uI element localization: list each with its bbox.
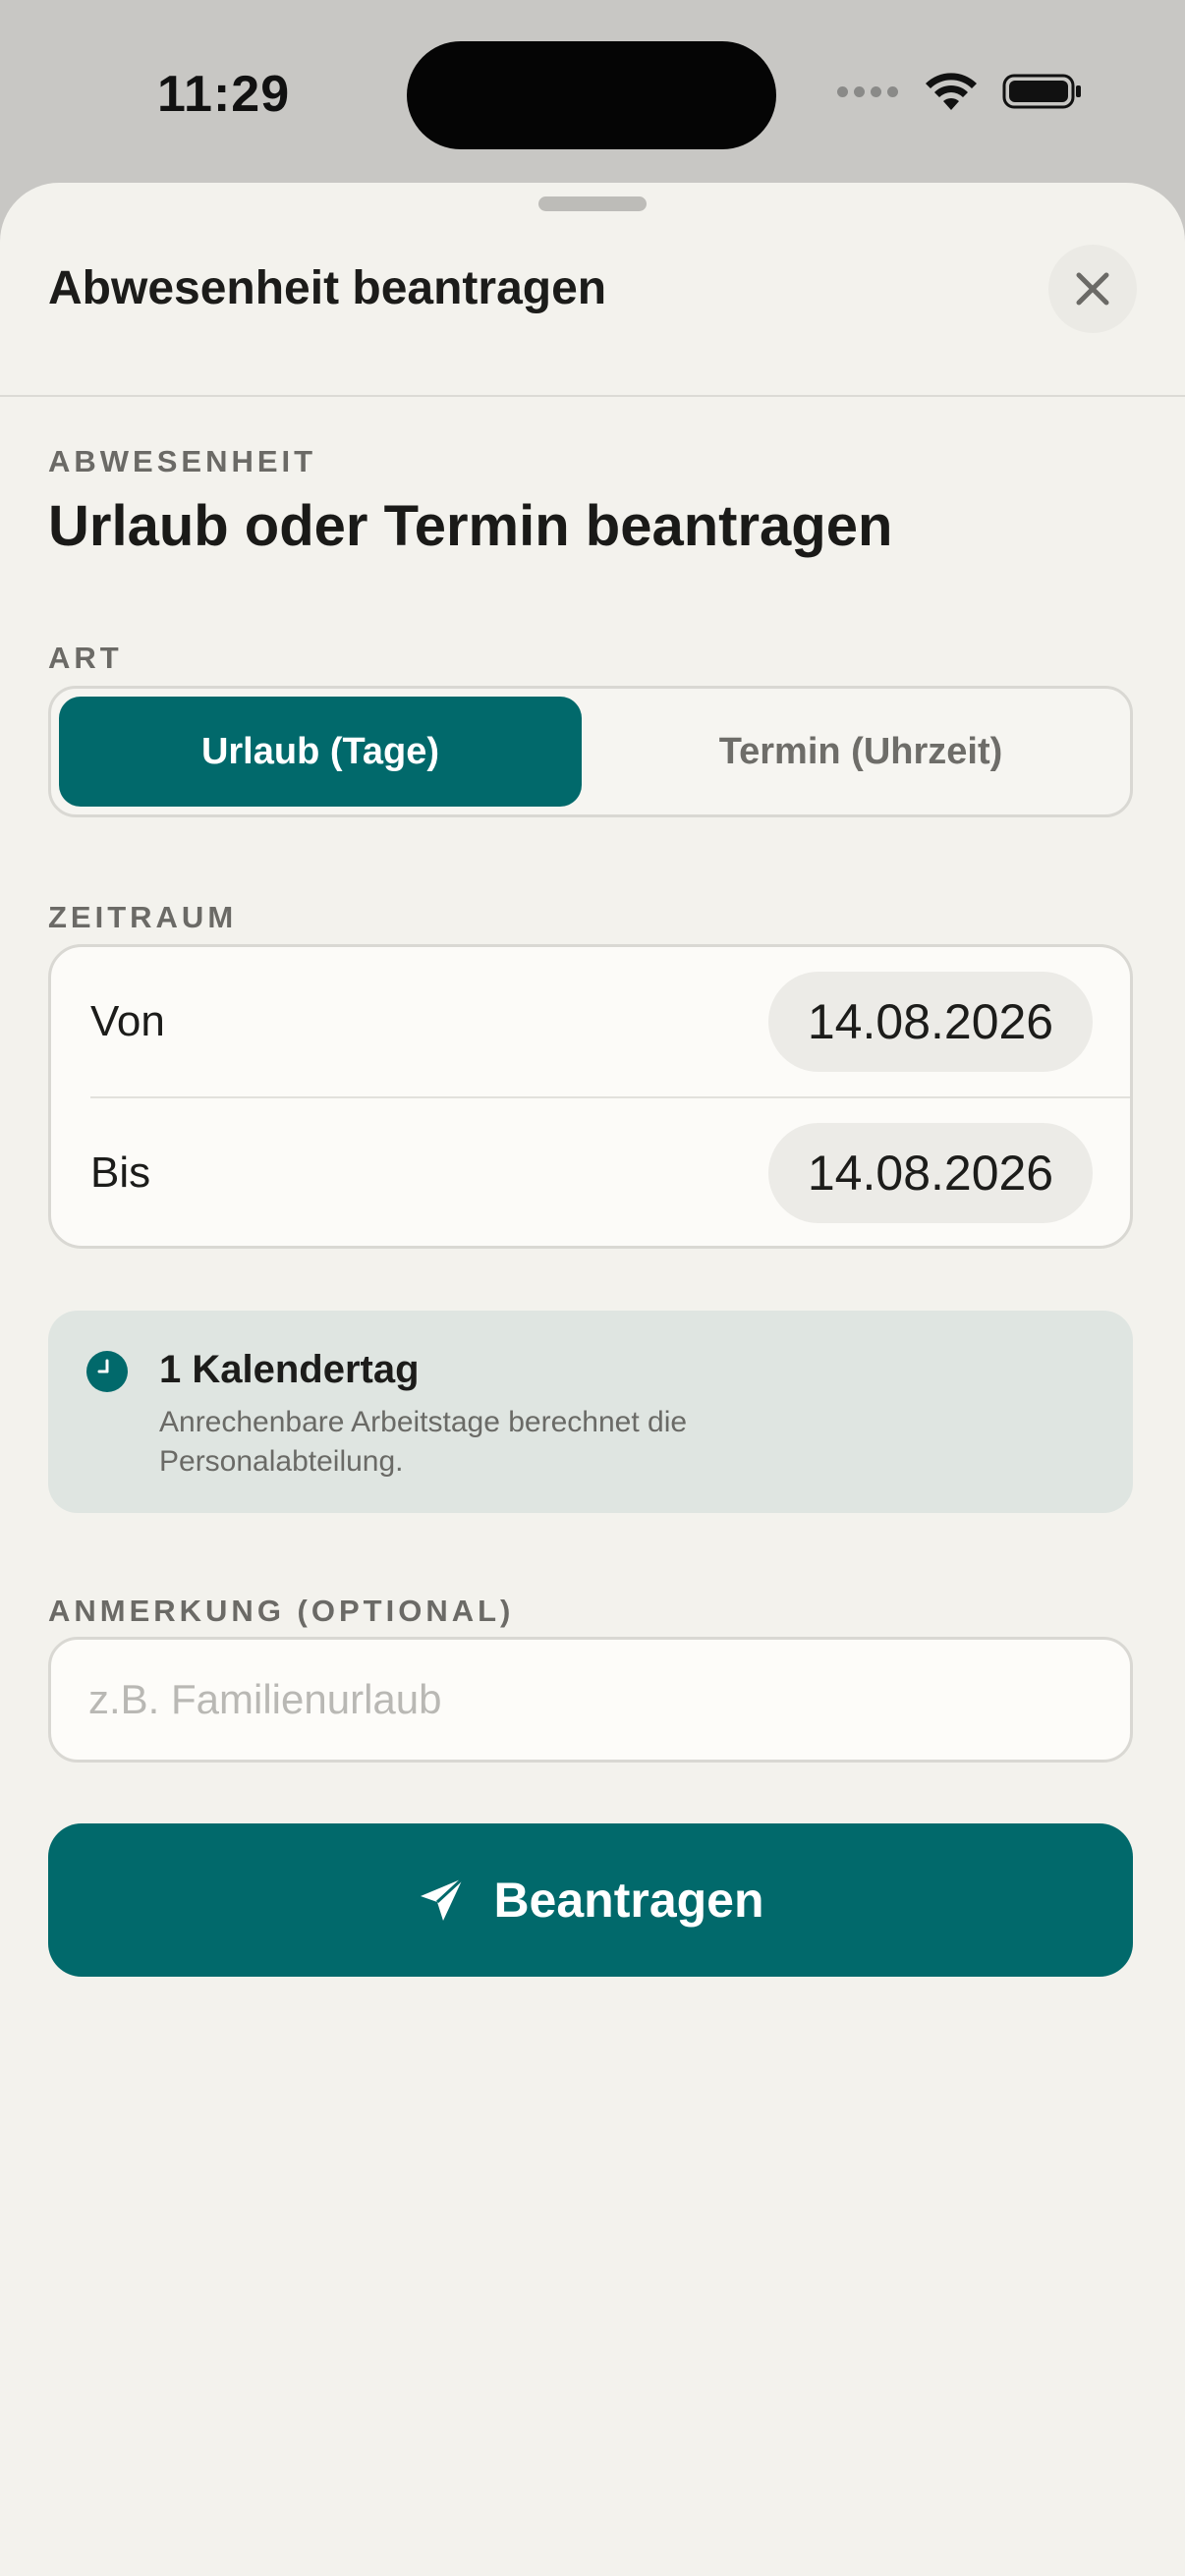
eyebrow-label: ABWESENHEIT: [48, 444, 317, 478]
close-icon: [1076, 272, 1109, 306]
sheet-header: Abwesenheit beantragen: [0, 183, 1185, 397]
dynamic-island: [407, 41, 776, 149]
status-bar: 11:29: [0, 0, 1185, 187]
to-date-picker[interactable]: 14.08.2026: [768, 1123, 1093, 1223]
period-card: Von 14.08.2026 Bis 14.08.2026: [48, 944, 1133, 1249]
type-section-label: ART: [48, 641, 123, 675]
date-row-to: Bis 14.08.2026: [51, 1098, 1130, 1248]
sheet-title: Abwesenheit beantragen: [48, 262, 607, 314]
note-input[interactable]: [48, 1637, 1133, 1763]
send-icon: [421, 1876, 465, 1921]
segment-appointment-time[interactable]: Termin (Uhrzeit): [599, 697, 1122, 807]
submit-button[interactable]: Beantragen: [48, 1823, 1133, 1977]
cellular-signal-icon: [837, 85, 898, 97]
absence-type-segmented-control: Urlaub (Tage) Termin (Uhrzeit): [48, 686, 1133, 817]
submit-label: Beantragen: [493, 1873, 764, 1928]
note-section-label: ANMERKUNG (OPTIONAL): [48, 1594, 515, 1628]
page-title: Urlaub oder Termin beantragen: [48, 494, 893, 558]
wifi-icon: [926, 73, 977, 110]
close-button[interactable]: [1048, 245, 1137, 333]
summary-title: 1 Kalendertag: [159, 1348, 420, 1391]
from-label: Von: [90, 997, 165, 1045]
battery-icon: [1002, 74, 1081, 109]
status-icons: [837, 67, 1083, 116]
date-row-from: Von 14.08.2026: [51, 947, 1130, 1096]
bottom-sheet: Abwesenheit beantragen ABWESENHEIT Urlau…: [0, 183, 1185, 2576]
from-date-picker[interactable]: 14.08.2026: [768, 972, 1093, 1072]
summary-text: Anrechenbare Arbeitstage berechnet die P…: [159, 1406, 688, 1478]
clock-icon: [86, 1351, 128, 1392]
calendar-day-summary: 1 Kalendertag Anrechenbare Arbeitstage b…: [48, 1311, 1133, 1513]
status-time: 11:29: [157, 66, 291, 123]
to-label: Bis: [90, 1148, 151, 1197]
period-section-label: ZEITRAUM: [48, 900, 238, 934]
segment-vacation-days[interactable]: Urlaub (Tage): [59, 697, 582, 807]
